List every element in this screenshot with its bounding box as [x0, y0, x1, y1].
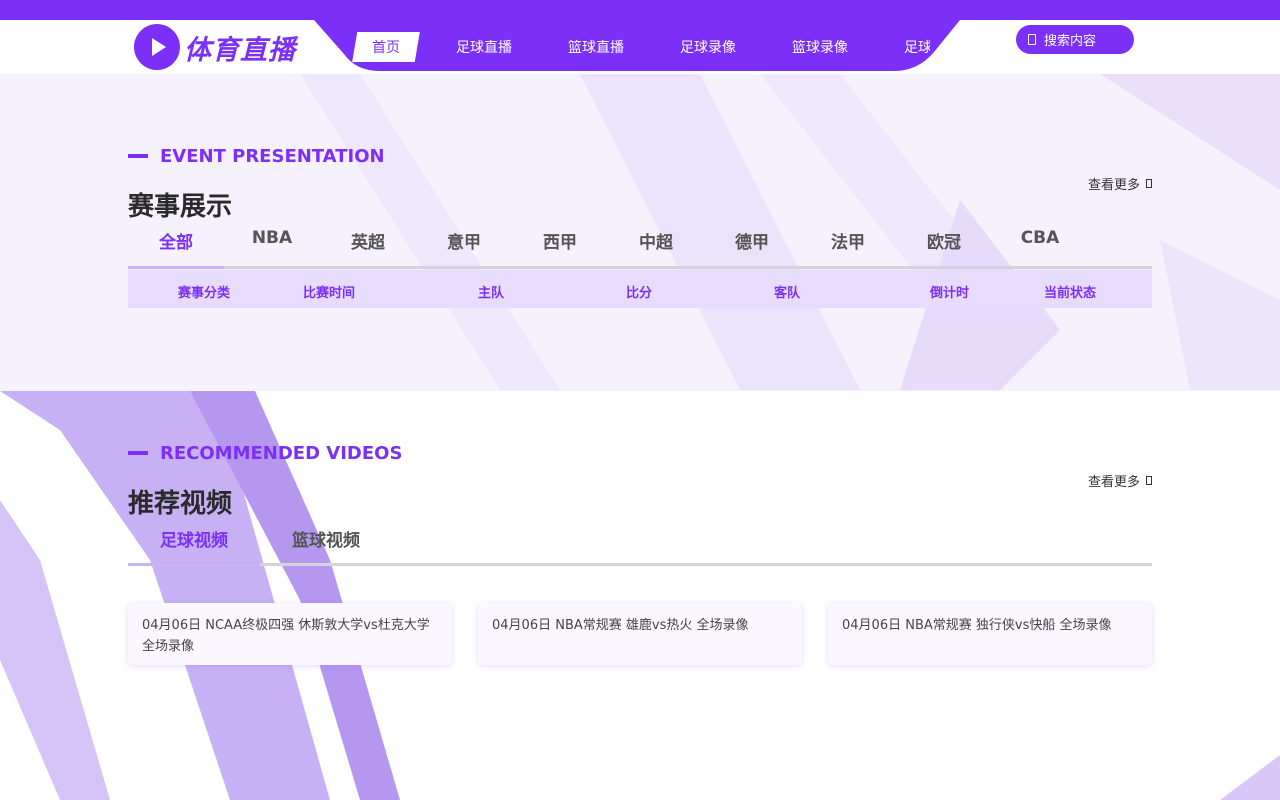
tab-nba[interactable]: NBA [224, 228, 320, 266]
events-en-title: EVENT PRESENTATION [160, 145, 385, 167]
tab-csl[interactable]: 中超 [608, 228, 704, 266]
videos-section: RECOMMENDED VIDEOS 查看更多 推荐视频 足球视频 篮球视频 0… [128, 441, 1152, 671]
tab-epl[interactable]: 英超 [320, 228, 416, 266]
search-icon [1028, 34, 1036, 45]
videos-en-heading: RECOMMENDED VIDEOS [128, 441, 1152, 465]
video-card[interactable]: 04月06日 NBA常规赛 独行侠vs快船 全场录像 [828, 603, 1152, 665]
more-label: 查看更多 [1087, 475, 1140, 490]
nav-item-football-replay[interactable]: 足球录像 [680, 37, 736, 57]
nav-item-football-live[interactable]: 足球直播 [456, 37, 512, 57]
col-away: 客队 [774, 286, 801, 301]
events-en-heading: EVENT PRESENTATION [128, 144, 1152, 168]
col-category: 赛事分类 [178, 286, 231, 301]
videos-more-link[interactable]: 查看更多 [1088, 471, 1152, 490]
events-tabs: 全部 NBA 英超 意甲 西甲 中超 德甲 法甲 欧冠 CBA [128, 228, 1152, 269]
videos-tabs: 足球视频 篮球视频 [128, 526, 1152, 566]
nav-item-football[interactable]: 足球 [904, 37, 930, 57]
col-time: 比赛时间 [303, 286, 356, 301]
nav-item-home[interactable]: 首页 [352, 32, 420, 62]
tab-la-liga[interactable]: 西甲 [512, 228, 608, 266]
col-status: 当前状态 [1044, 286, 1097, 301]
tab-bundesliga[interactable]: 德甲 [704, 228, 800, 266]
col-countdown: 倒计时 [930, 286, 970, 301]
more-label: 查看更多 [1087, 178, 1140, 193]
play-logo-icon [134, 24, 180, 70]
brand-name: 体育直播 [184, 34, 296, 66]
video-card[interactable]: 04月06日 NCAA终极四强 休斯敦大学vs杜克大学 全场录像 [128, 603, 452, 665]
events-table-header: 赛事分类 比赛时间 主队 比分 客队 倒计时 当前状态 [128, 270, 1152, 308]
heading-bar [128, 154, 148, 158]
videos-cn-title: 推荐视频 [128, 489, 233, 519]
more-icon [1146, 476, 1152, 485]
heading-bar [128, 451, 148, 455]
events-section: EVENT PRESENTATION 查看更多 赛事展示 全部 NBA 英超 意… [128, 144, 1152, 314]
search-label: 搜索内容 [1044, 34, 1097, 49]
nav-item-basketball-live[interactable]: 篮球直播 [568, 37, 624, 57]
col-score: 比分 [626, 286, 653, 301]
tab-cba[interactable]: CBA [992, 228, 1088, 266]
tab-basketball-videos[interactable]: 篮球视频 [260, 526, 392, 563]
tab-ucl[interactable]: 欧冠 [896, 228, 992, 266]
background-graphic [0, 74, 1280, 800]
search-button[interactable]: 搜索内容 [1016, 25, 1134, 54]
nav-item-basketball-replay[interactable]: 篮球录像 [792, 37, 848, 57]
more-icon [1146, 179, 1152, 188]
events-more-link[interactable]: 查看更多 [1088, 174, 1152, 193]
main-nav: 首页 足球直播 篮球直播 足球录像 篮球录像 足球 [352, 32, 930, 62]
tab-serie-a[interactable]: 意甲 [416, 228, 512, 266]
video-cards: 04月06日 NCAA终极四强 休斯敦大学vs杜克大学 全场录像 04月06日 … [128, 603, 1152, 665]
events-cn-title: 赛事展示 [128, 192, 233, 222]
site-logo[interactable]: 体育直播 [134, 23, 296, 71]
videos-en-title: RECOMMENDED VIDEOS [160, 442, 403, 464]
video-card[interactable]: 04月06日 NBA常规赛 雄鹿vs热火 全场录像 [478, 603, 802, 665]
top-accent-bar [0, 0, 1280, 20]
tab-football-videos[interactable]: 足球视频 [128, 526, 260, 566]
tab-all[interactable]: 全部 [128, 228, 224, 269]
tab-ligue-1[interactable]: 法甲 [800, 228, 896, 266]
col-home: 主队 [478, 286, 505, 301]
